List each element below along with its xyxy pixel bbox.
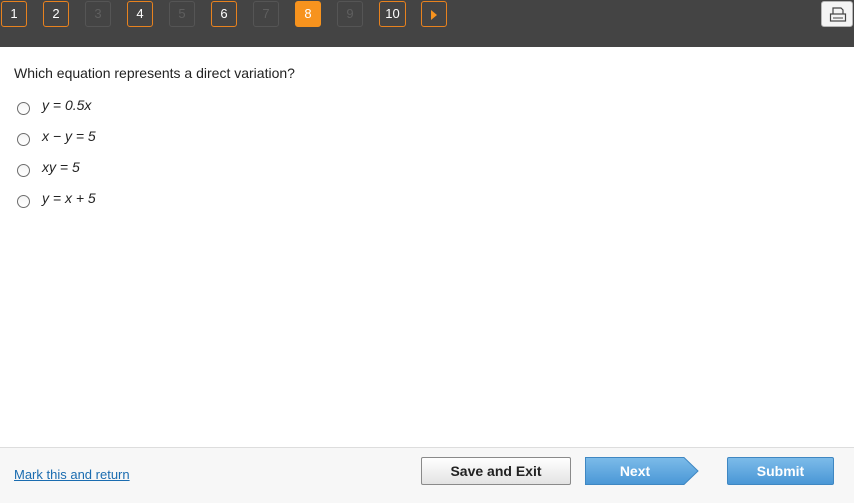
printer-icon: [829, 7, 847, 22]
page-button-3: 3: [85, 1, 111, 27]
answer-label: y = 0.5x: [42, 97, 92, 113]
next-button-label: Next: [619, 463, 651, 479]
print-button[interactable]: [821, 1, 853, 27]
page-button-1[interactable]: 1: [1, 1, 27, 27]
radio-button[interactable]: [17, 195, 30, 208]
submit-button[interactable]: Submit: [727, 457, 834, 485]
footer-bar: Mark this and return Save and Exit Next …: [0, 447, 854, 503]
page-button-4[interactable]: 4: [127, 1, 153, 27]
page-button-2[interactable]: 2: [43, 1, 69, 27]
page-button-9: 9: [337, 1, 363, 27]
page-button-10[interactable]: 10: [379, 1, 406, 27]
radio-button[interactable]: [17, 164, 30, 177]
page-button-5: 5: [169, 1, 195, 27]
page-button-8-current[interactable]: 8: [295, 1, 321, 27]
question-text: Which equation represents a direct varia…: [14, 65, 295, 81]
page-button-7: 7: [253, 1, 279, 27]
radio-button[interactable]: [17, 102, 30, 115]
answer-label: x − y = 5: [42, 128, 96, 144]
play-triangle-icon: [431, 10, 437, 20]
answer-label: xy = 5: [42, 159, 80, 175]
radio-button[interactable]: [17, 133, 30, 146]
next-page-button[interactable]: [421, 1, 447, 27]
page-button-6[interactable]: 6: [211, 1, 237, 27]
next-button[interactable]: Next: [585, 457, 699, 485]
answer-label: y = x + 5: [42, 190, 96, 206]
save-and-exit-button[interactable]: Save and Exit: [421, 457, 571, 485]
top-navigation-bar: 1 2 3 4 5 6 7 8 9 10: [0, 0, 854, 47]
mark-and-return-link[interactable]: Mark this and return: [14, 467, 130, 482]
